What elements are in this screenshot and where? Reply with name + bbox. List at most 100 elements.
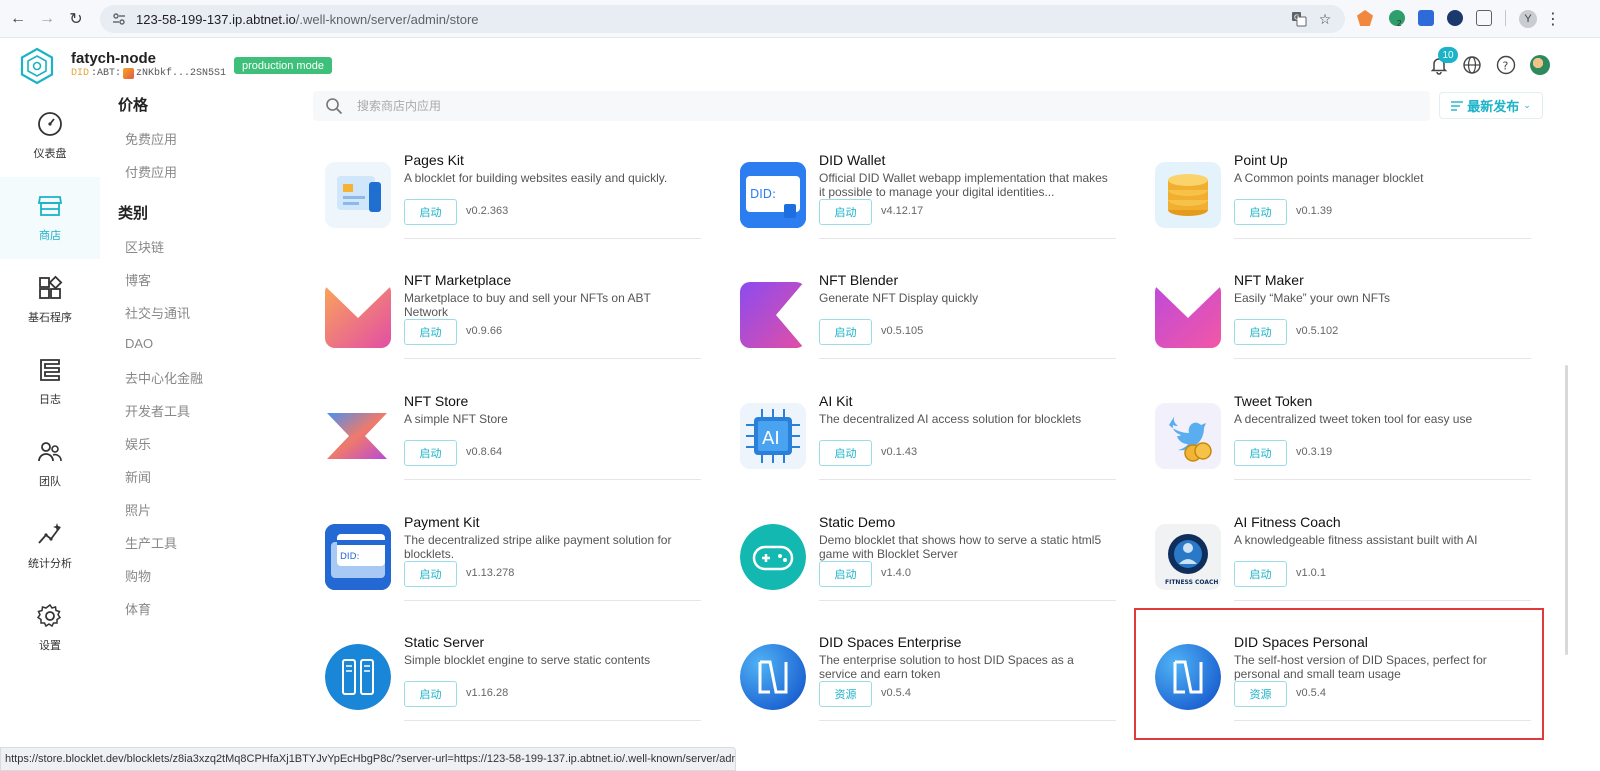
app-card-point-up[interactable]: Point Up A Common points manager blockle… (1155, 152, 1531, 260)
app-name[interactable]: AI Fitness Coach (1234, 514, 1341, 530)
card-divider (404, 238, 701, 239)
app-name[interactable]: AI Kit (819, 393, 852, 409)
window-extension-icon[interactable] (1418, 10, 1434, 26)
rail-label: 商店 (39, 230, 61, 242)
link-status-bar: https://store.blocklet.dev/blocklets/z8i… (0, 747, 736, 771)
rail-item-settings[interactable]: 设置 (0, 587, 100, 669)
app-name[interactable]: NFT Blender (819, 272, 898, 288)
rail-item-dashboard[interactable]: 仪表盘 (0, 95, 100, 177)
app-name[interactable]: DID Spaces Enterprise (819, 634, 961, 650)
launch-button[interactable]: 启动 (404, 199, 457, 225)
app-card-ai-kit[interactable]: AI AI Kit The decentralized AI access so… (740, 393, 1116, 501)
app-name[interactable]: Static Server (404, 634, 484, 650)
app-card-static-server[interactable]: Static Server Simple blocklet engine to … (325, 634, 701, 742)
filter-category[interactable]: 照片 (125, 500, 151, 519)
globe-icon[interactable] (1461, 54, 1483, 76)
static-server-thumbnail (325, 644, 391, 710)
app-name[interactable]: NFT Marketplace (404, 272, 511, 288)
app-desc: The decentralized stripe alike payment s… (404, 533, 672, 561)
resource-button[interactable]: 资源 (819, 681, 872, 707)
launch-button[interactable]: 启动 (1234, 319, 1287, 345)
app-card-pages-kit[interactable]: Pages Kit A blocklet for building websit… (325, 152, 701, 260)
node-did[interactable]: DID:ABT: zNKbkf...2SN5S1 (71, 68, 226, 79)
launch-button[interactable]: 启动 (404, 440, 457, 466)
app-version: v0.5.105 (881, 325, 924, 337)
check-extension-icon[interactable] (1447, 10, 1463, 26)
translate-icon[interactable]: G (1289, 9, 1309, 29)
app-card-did-wallet[interactable]: DID: DID Wallet Official DID Wallet weba… (740, 152, 1116, 260)
sort-button[interactable]: 最新发布 ⌄ (1439, 92, 1543, 119)
app-desc: The enterprise solution to host DID Spac… (819, 653, 1074, 681)
launch-button[interactable]: 启动 (1234, 440, 1287, 466)
back-icon[interactable]: ← (8, 9, 28, 29)
rail-item-team[interactable]: 团队 (0, 423, 100, 505)
app-card-tweet-token[interactable]: Tweet Token A decentralized tweet token … (1155, 393, 1531, 501)
address-bar[interactable]: 123-58-199-137.ip.abtnet.io/.well-known/… (100, 5, 1345, 33)
filter-category[interactable]: 区块链 (125, 237, 164, 256)
filter-category[interactable]: 开发者工具 (125, 401, 190, 420)
filter-category[interactable]: 购物 (125, 566, 151, 585)
price-filter-title: 价格 (118, 97, 149, 114)
reload-icon[interactable]: ↻ (66, 9, 86, 29)
app-name[interactable]: Payment Kit (404, 514, 479, 530)
launch-button[interactable]: 启动 (819, 440, 872, 466)
app-card-nft-store[interactable]: NFT Store A simple NFT Store 启动 v0.8.64 (325, 393, 701, 501)
filter-category[interactable]: 娱乐 (125, 434, 151, 453)
app-name[interactable]: NFT Maker (1234, 272, 1304, 288)
puzzle-icon[interactable] (1476, 10, 1492, 26)
search-input[interactable] (357, 99, 1257, 113)
app-card-static-demo[interactable]: Static Demo Demo blocklet that shows how… (740, 514, 1116, 622)
rail-label: 仪表盘 (33, 148, 67, 160)
app-name[interactable]: Pages Kit (404, 152, 464, 168)
app-card-nft-maker[interactable]: NFT Maker Easily “Make” your own NFTs 启动… (1155, 272, 1531, 380)
help-icon[interactable]: ? (1495, 54, 1517, 76)
filter-category[interactable]: 去中心化金融 (125, 368, 203, 387)
app-card-payment-kit[interactable]: DID: Payment Kit The decentralized strip… (325, 514, 701, 622)
filter-category[interactable]: 体育 (125, 599, 151, 618)
launch-button[interactable]: 启动 (404, 319, 457, 345)
launch-button[interactable]: 启动 (819, 199, 872, 225)
filter-paid[interactable]: 付费应用 (125, 162, 177, 181)
rail-item-blocklets[interactable]: 基石程序 (0, 259, 100, 341)
app-name[interactable]: DID Wallet (819, 152, 885, 168)
forward-icon[interactable]: → (37, 9, 57, 29)
rail-item-logs[interactable]: 日志 (0, 341, 100, 423)
app-card-nft-marketplace[interactable]: NFT Marketplace Marketplace to buy and s… (325, 272, 701, 380)
profile-avatar[interactable]: Y (1519, 10, 1537, 28)
bookmark-star-icon[interactable]: ☆ (1315, 9, 1335, 29)
app-name[interactable]: Static Demo (819, 514, 895, 530)
filter-category[interactable]: DAO (125, 336, 153, 351)
app-card-ai-fitness-coach[interactable]: FITNESS COACH AI Fitness Coach A knowled… (1155, 514, 1531, 622)
scrollbar[interactable] (1565, 365, 1568, 655)
selection-highlight (1134, 608, 1544, 740)
filter-free[interactable]: 免费应用 (125, 129, 177, 148)
app-card-nft-blender[interactable]: NFT Blender Generate NFT Display quickly… (740, 272, 1116, 380)
rail-item-store[interactable]: 商店 (0, 177, 100, 259)
fox-extension-icon[interactable] (1357, 10, 1373, 26)
launch-button[interactable]: 启动 (1234, 199, 1287, 225)
launch-button[interactable]: 启动 (404, 681, 457, 707)
filter-category[interactable]: 生产工具 (125, 533, 177, 552)
launch-button[interactable]: 启动 (819, 319, 872, 345)
filter-category[interactable]: 博客 (125, 270, 151, 289)
launch-button[interactable]: 启动 (819, 561, 872, 587)
svg-text:DID:: DID: (750, 187, 776, 201)
rail-item-analytics[interactable]: 统计分析 (0, 505, 100, 587)
did-tag: DID (71, 68, 90, 79)
tweet-token-thumbnail (1155, 403, 1221, 469)
app-name[interactable]: Point Up (1234, 152, 1288, 168)
app-desc: A simple NFT Store (404, 412, 508, 426)
launch-button[interactable]: 启动 (1234, 561, 1287, 587)
app-name[interactable]: NFT Store (404, 393, 468, 409)
card-divider (404, 479, 701, 480)
launch-button[interactable]: 启动 (404, 561, 457, 587)
app-card-did-spaces-enterprise[interactable]: DID Spaces Enterprise The enterprise sol… (740, 634, 1116, 742)
app-name[interactable]: Tweet Token (1234, 393, 1312, 409)
site-info-icon[interactable] (112, 12, 126, 26)
filter-category[interactable]: 新闻 (125, 467, 151, 486)
card-divider (819, 720, 1116, 721)
more-menu-icon[interactable]: ⋮ (1543, 9, 1563, 29)
user-avatar[interactable] (1530, 55, 1550, 75)
app-desc: Official DID Wallet webapp implementatio… (819, 171, 1108, 199)
filter-category[interactable]: 社交与通讯 (125, 303, 190, 322)
